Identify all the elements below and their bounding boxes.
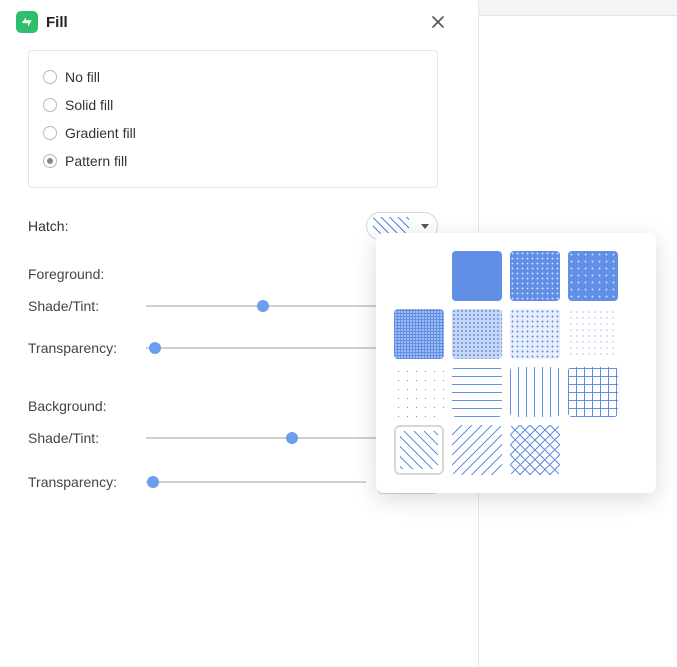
pattern-swatch-cross-hatch[interactable] bbox=[510, 425, 560, 475]
close-button[interactable] bbox=[426, 10, 450, 34]
mind-icon bbox=[20, 15, 34, 29]
radio-no-fill[interactable]: No fill bbox=[43, 63, 423, 91]
pattern-swatch-blank[interactable] bbox=[394, 251, 444, 301]
pattern-swatch-diagonal-backward[interactable] bbox=[452, 425, 502, 475]
pattern-swatch-dots-sparse[interactable] bbox=[394, 367, 444, 417]
pattern-swatch-texture-2[interactable] bbox=[452, 309, 502, 359]
background-transparency-slider[interactable] bbox=[146, 472, 366, 492]
pattern-swatch-texture-3[interactable] bbox=[510, 309, 560, 359]
pattern-grid bbox=[394, 251, 638, 475]
radio-icon bbox=[43, 98, 57, 112]
radio-icon bbox=[43, 154, 57, 168]
pattern-swatch-texture-1[interactable] bbox=[394, 309, 444, 359]
pattern-swatch-vertical-lines[interactable] bbox=[510, 367, 560, 417]
radio-solid-fill[interactable]: Solid fill bbox=[43, 91, 423, 119]
pattern-picker-popover bbox=[376, 233, 656, 493]
radio-icon bbox=[43, 126, 57, 140]
transparency-label: Transparency: bbox=[28, 474, 146, 490]
transparency-label: Transparency: bbox=[28, 340, 146, 356]
pattern-swatch-texture-4[interactable] bbox=[568, 309, 618, 359]
shade-tint-label: Shade/Tint: bbox=[28, 298, 146, 314]
app-background-strip bbox=[479, 0, 677, 16]
close-icon bbox=[431, 15, 445, 29]
radio-label: Gradient fill bbox=[65, 125, 136, 141]
pattern-swatch-diagonal-forward[interactable] bbox=[394, 425, 444, 475]
pattern-swatch-horizontal-lines[interactable] bbox=[452, 367, 502, 417]
pattern-swatch-grid[interactable] bbox=[568, 367, 618, 417]
chevron-down-icon bbox=[421, 224, 429, 229]
fill-type-group: No fill Solid fill Gradient fill Pattern… bbox=[28, 50, 438, 188]
pattern-swatch-dots-medium[interactable] bbox=[568, 251, 618, 301]
radio-pattern-fill[interactable]: Pattern fill bbox=[43, 147, 423, 175]
panel-header: Fill bbox=[16, 8, 450, 44]
radio-label: Pattern fill bbox=[65, 153, 127, 169]
app-icon bbox=[16, 11, 38, 33]
pattern-swatch-dots-dense[interactable] bbox=[510, 251, 560, 301]
radio-gradient-fill[interactable]: Gradient fill bbox=[43, 119, 423, 147]
radio-label: Solid fill bbox=[65, 97, 113, 113]
shade-tint-label: Shade/Tint: bbox=[28, 430, 146, 446]
pattern-swatch-solid[interactable] bbox=[452, 251, 502, 301]
panel-title: Fill bbox=[46, 14, 418, 31]
hatch-label: Hatch: bbox=[28, 218, 68, 234]
radio-label: No fill bbox=[65, 69, 100, 85]
radio-icon bbox=[43, 70, 57, 84]
